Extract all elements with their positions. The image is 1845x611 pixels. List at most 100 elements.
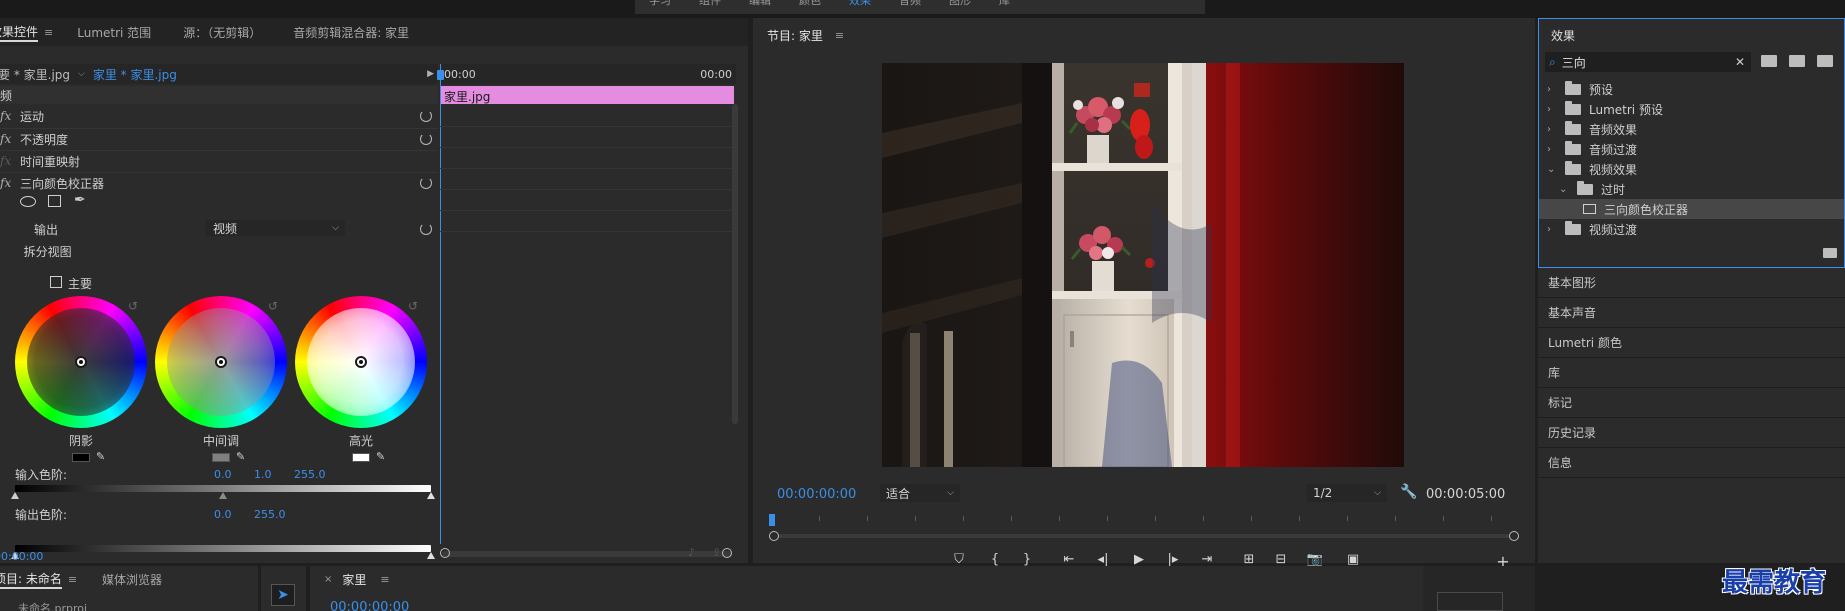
chevron-right-icon[interactable]: › [1547,124,1559,135]
panel-essential-sound[interactable]: 基本声音 [1538,298,1845,328]
panel-markers[interactable]: 标记 [1538,388,1845,418]
master-checkbox[interactable] [50,276,62,288]
input-white-handle[interactable] [427,492,435,499]
filter-export-icon[interactable]: ⇪ [712,546,721,559]
32bit-effects-icon[interactable] [1789,55,1805,67]
highlights-wheel-handle[interactable] [355,356,367,368]
input-gamma-value[interactable]: 1.0 [254,468,272,481]
input-levels-slider[interactable] [15,485,431,492]
input-white-value[interactable]: 255.0 [294,468,326,481]
panel-menu-icon[interactable]: ≡ [68,573,77,586]
input-black-value[interactable]: 0.0 [214,468,232,481]
panel-menu-icon[interactable]: ≡ [835,29,844,42]
panel-history[interactable]: 历史记录 [1538,418,1845,448]
yuv-effects-icon[interactable] [1817,55,1833,67]
search-input[interactable]: 三向 [1562,54,1586,71]
export-audio-icon[interactable]: ♪ [688,546,695,559]
fx-row-opacity[interactable]: fx 不透明度 [0,130,438,148]
play-triangle-icon[interactable]: ▶ [427,69,434,79]
project-item[interactable]: 未命名.prproj [18,600,87,611]
timeline-timecode[interactable]: 00:00:00:00 [330,600,409,611]
panel-info[interactable]: 信息 [1538,448,1845,478]
midtones-wheel-handle[interactable] [215,356,227,368]
shadows-swatch[interactable] [72,453,90,462]
workspace-tab-editing[interactable]: 编辑 [735,0,785,14]
playhead-line[interactable] [440,64,441,544]
workspace-tab-libraries[interactable]: 库 [985,0,1024,14]
workspace-tab-learn[interactable]: 学习 [635,0,685,14]
program-video-frame[interactable] [882,63,1404,467]
clear-search-icon[interactable]: ✕ [1735,55,1745,69]
panel-libraries[interactable]: 库 [1538,358,1845,388]
reset-icon[interactable] [420,110,432,122]
lift-icon[interactable]: ⊞ [1239,552,1259,567]
add-marker-icon[interactable]: ⛉ [949,552,969,567]
pen-mask-icon[interactable]: ✒ [74,192,86,208]
chevron-down-icon[interactable]: ⌄ [1547,164,1559,175]
tab-media-browser[interactable]: 媒体浏览器 [102,568,176,590]
tab-effect-controls[interactable]: 效果控件≡ [0,21,77,43]
extract-icon[interactable]: ⊟ [1271,552,1291,567]
midtones-color-wheel[interactable] [155,296,287,428]
clip-bar[interactable]: 家里.jpg [440,86,734,104]
wheel-reset-icon[interactable]: ↺ [128,299,138,313]
output-levels-slider[interactable] [15,545,431,552]
shadows-color-wheel[interactable] [15,296,147,428]
camera-icon[interactable]: 📷 [1305,552,1325,567]
panel-menu-icon[interactable]: ≡ [380,573,389,586]
chevron-right-icon[interactable]: › [1547,104,1559,115]
output-dropdown[interactable]: 视频 ⌵ [205,220,345,236]
panel-lumetri-color[interactable]: Lumetri 颜色 [1538,328,1845,358]
input-black-handle[interactable] [11,492,19,499]
program-time-ruler[interactable] [769,514,1509,528]
fit-dropdown[interactable]: 适合 ⌵ [880,484,960,502]
program-playhead[interactable] [769,514,775,526]
play-icon[interactable]: ▶ [1129,552,1149,567]
highlights-swatch[interactable] [352,453,370,462]
comparison-view-icon[interactable]: ▣ [1343,552,1363,567]
chevron-right-icon[interactable]: › [1547,224,1559,235]
workspace-tab-effects[interactable]: 效果 [835,0,885,14]
effects-search-box[interactable]: ⌕ 三向 ✕ [1545,52,1751,72]
fx-icon[interactable]: fx [0,109,18,123]
fx-row-time-remap[interactable]: fx 时间重映射 [0,152,438,170]
workspace-tab-color[interactable]: 颜色 [785,0,835,14]
eyedropper-icon[interactable]: ✎ [96,450,108,463]
resolution-dropdown[interactable]: 1/2 ⌵ [1307,484,1387,502]
wheel-reset-icon[interactable]: ↺ [408,299,418,313]
reset-icon[interactable] [420,133,432,145]
effects-panel-title[interactable]: 效果 [1551,27,1575,44]
go-to-in-icon[interactable]: ⇤ [1059,552,1079,567]
mark-out-icon[interactable]: } [1017,552,1037,567]
playhead-handle[interactable] [437,70,444,80]
shadows-wheel-handle[interactable] [75,356,87,368]
tab-source[interactable]: 源：（无剪辑） [183,21,293,43]
highlights-color-wheel[interactable] [295,296,427,428]
tab-audio-clip-mixer[interactable]: 音频剪辑混合器: 家里 [293,21,423,43]
panel-essential-graphics[interactable]: 基本图形 [1538,268,1845,298]
panel-menu-icon[interactable]: ≡ [44,26,53,39]
eyedropper-icon[interactable]: ✎ [236,450,248,463]
ellipse-mask-icon[interactable] [20,196,36,207]
chevron-down-icon[interactable]: ⌵ [78,69,85,79]
fx-icon[interactable]: fx [0,176,18,190]
output-white-value[interactable]: 255.0 [254,508,286,521]
effect-controls-timecode[interactable]: 00:00:00 [0,550,43,563]
tree-item-obsolete[interactable]: ⌄ 过时 [1539,179,1844,199]
chevron-right-icon[interactable]: › [1547,84,1559,95]
fx-icon[interactable]: fx [0,132,18,146]
reset-icon[interactable] [420,177,432,189]
tab-lumetri-scopes[interactable]: Lumetri 范围 [77,21,183,43]
output-black-value[interactable]: 0.0 [214,508,232,521]
program-zoom-bar[interactable] [773,534,1513,538]
tree-item-three-way-color-corrector[interactable]: 三向颜色校正器 [1539,199,1844,219]
accelerated-effects-icon[interactable] [1761,55,1777,67]
selection-tool-icon[interactable]: ➤ [271,584,295,606]
wheel-reset-icon[interactable]: ↺ [268,299,278,313]
tab-program-monitor[interactable]: 节目: 家里 ≡ [767,24,858,46]
fx-row-motion[interactable]: fx 运动 [0,107,438,125]
input-gamma-handle[interactable] [219,492,227,499]
tree-item-presets[interactable]: › 预设 [1539,79,1844,99]
tab-timeline[interactable]: × 家里 ≡ [324,568,404,590]
wrench-icon[interactable]: 🔧 [1400,484,1417,500]
